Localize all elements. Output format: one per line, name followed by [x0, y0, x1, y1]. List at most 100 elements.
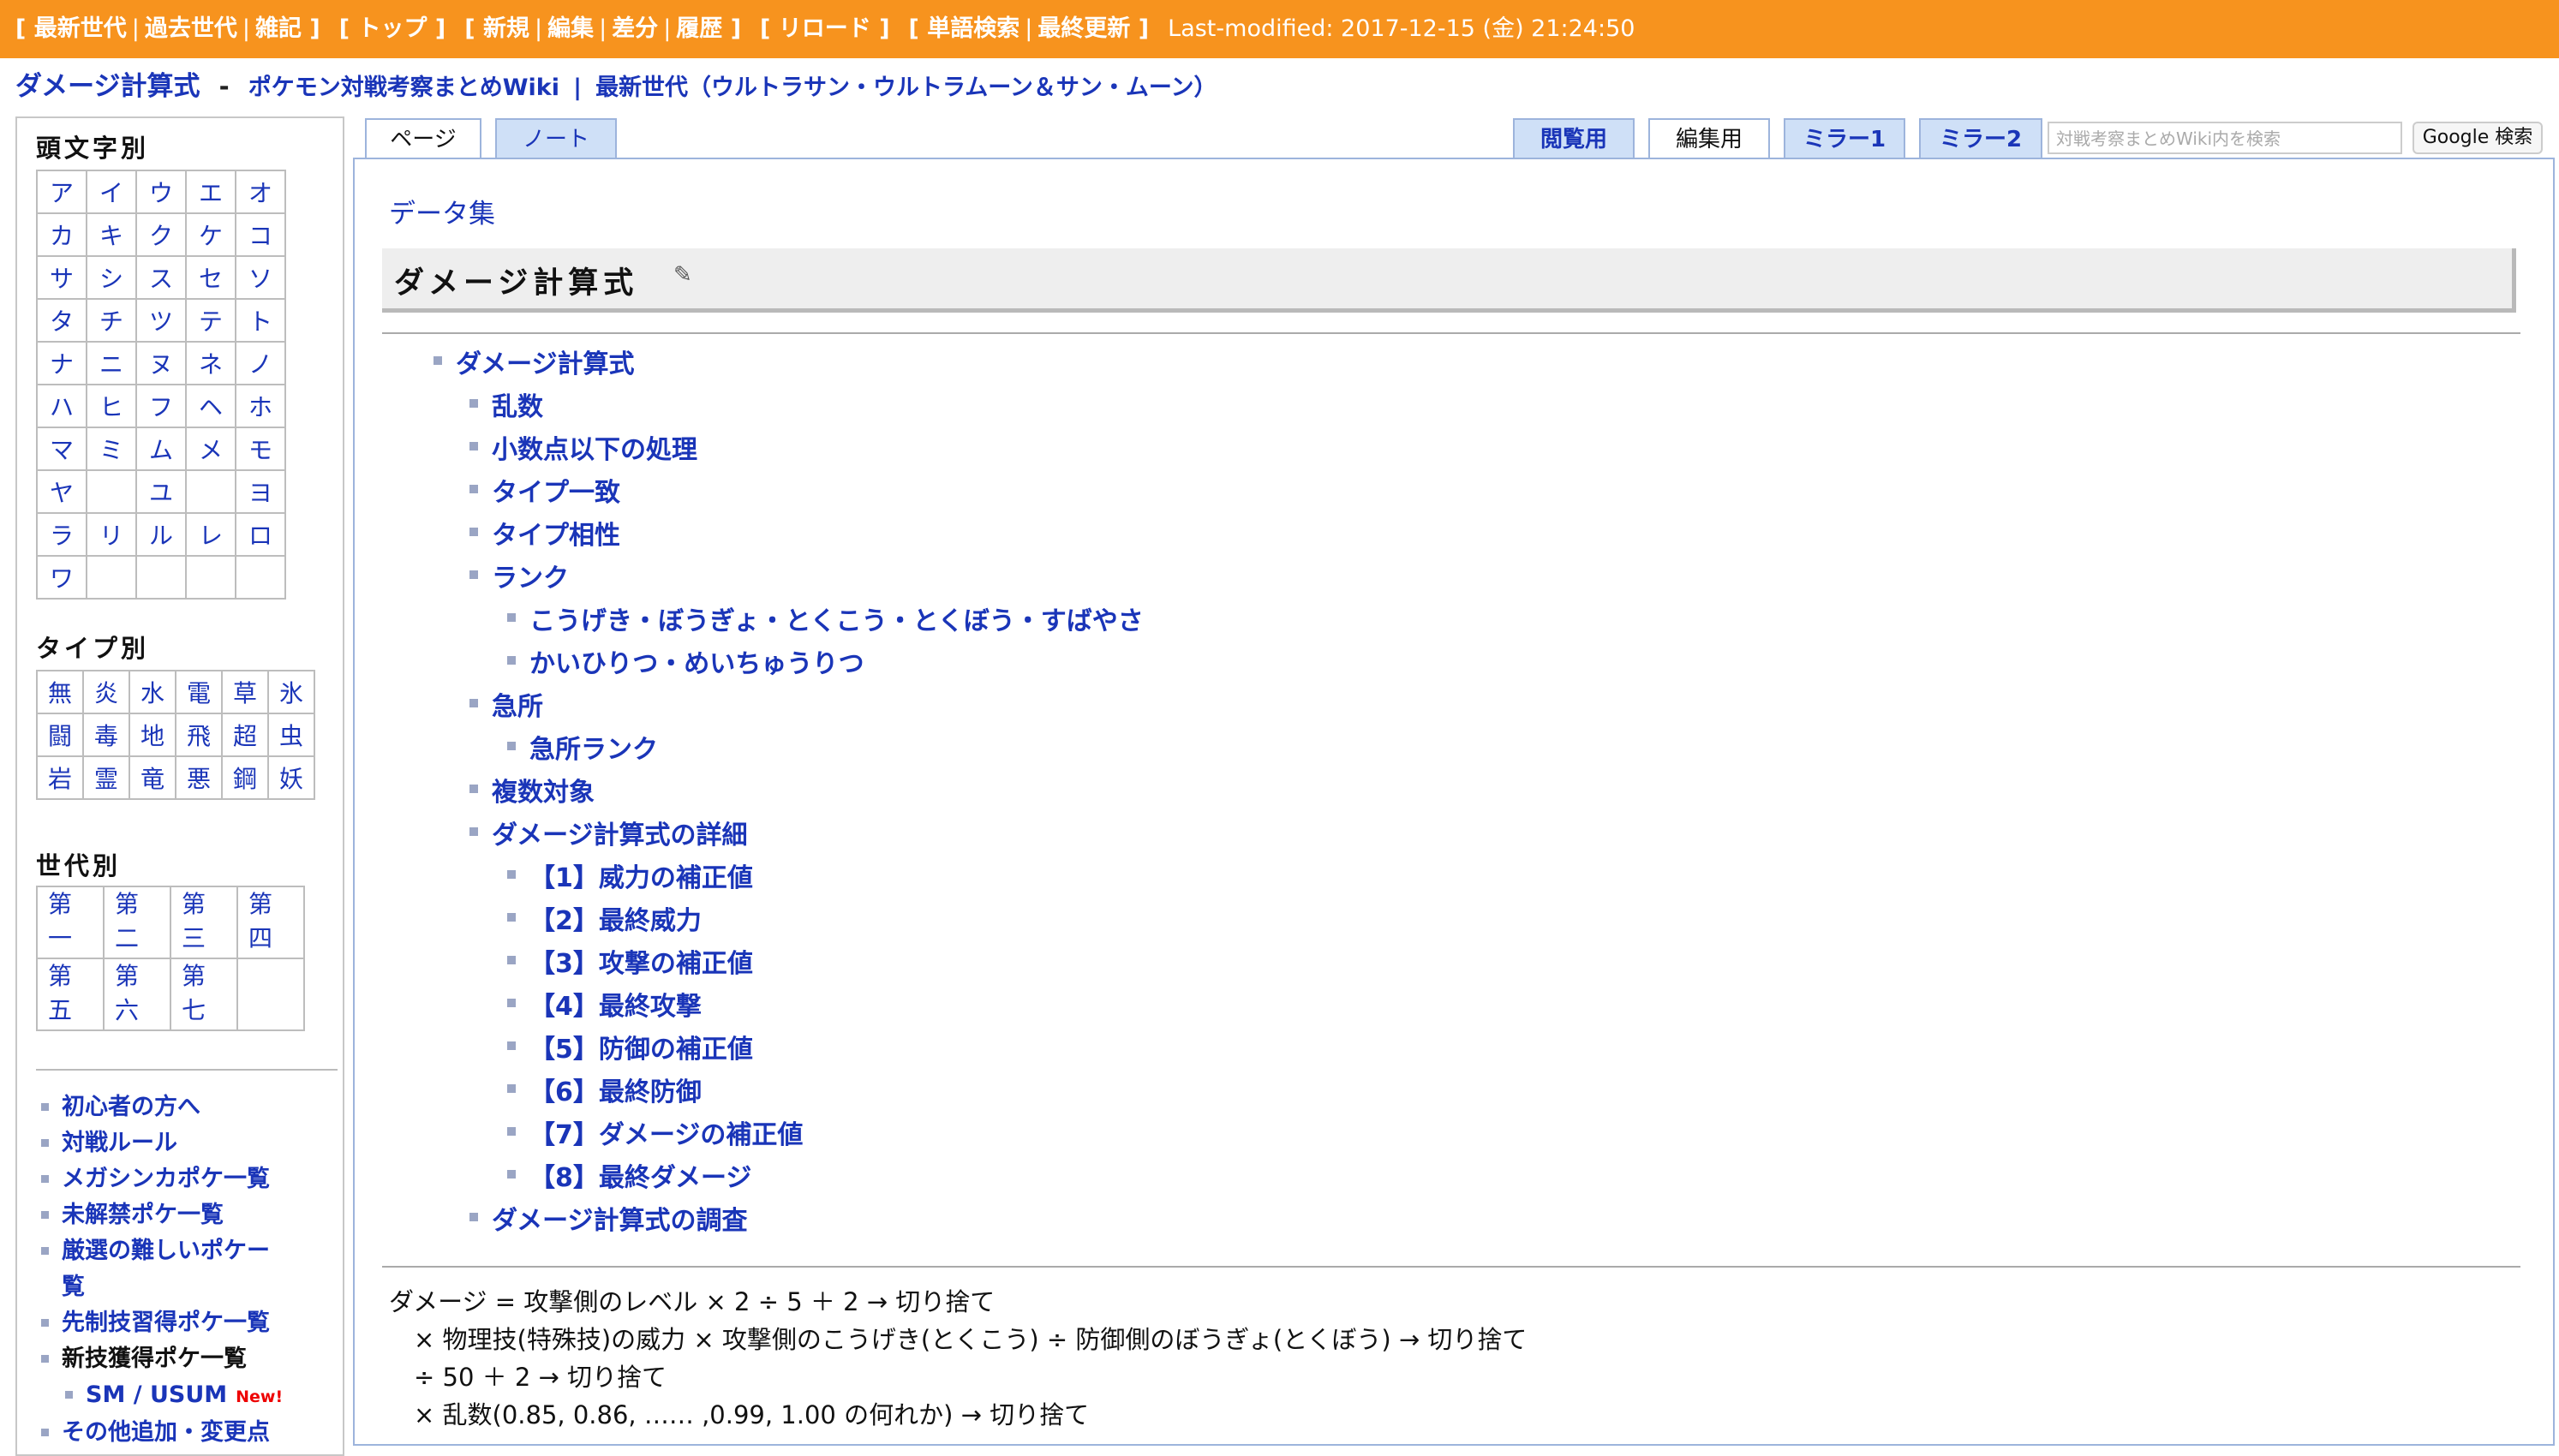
toc-link[interactable]: ダメージ計算式: [433, 343, 635, 380]
toc-link[interactable]: 急所: [469, 685, 543, 723]
type-link[interactable]: 悪: [175, 755, 223, 800]
type-link[interactable]: 草: [221, 670, 269, 714]
generation-link[interactable]: 第七: [170, 958, 238, 1031]
kana-link[interactable]: ト: [235, 298, 286, 343]
kana-link[interactable]: メ: [185, 427, 236, 471]
kana-link[interactable]: ハ: [36, 384, 87, 428]
toc-link[interactable]: 複数対象: [469, 771, 595, 809]
kana-link[interactable]: レ: [185, 512, 236, 557]
toc-link[interactable]: ランク: [469, 557, 569, 594]
kana-link[interactable]: ヨ: [235, 469, 286, 514]
kana-link[interactable]: ノ: [235, 341, 286, 385]
type-link[interactable]: 竜: [129, 755, 176, 800]
kana-link[interactable]: ロ: [235, 512, 286, 557]
type-link[interactable]: 毒: [82, 713, 130, 757]
sidebar-link[interactable]: 未解禁ポケ一覧: [36, 1197, 336, 1233]
toc-link[interactable]: かいひりつ・めいちゅうりつ: [507, 642, 864, 680]
sidebar-link[interactable]: 先制技習得ポケ一覧: [36, 1305, 336, 1341]
kana-link[interactable]: ヒ: [86, 384, 137, 428]
type-link[interactable]: 妖: [267, 755, 315, 800]
generation-link[interactable]: 第四: [236, 886, 305, 959]
wiki-search-input[interactable]: 対戦考察まとめWiki内を検索: [2048, 122, 2402, 154]
page-title[interactable]: ダメージ計算式: [15, 71, 200, 102]
top-menu-link[interactable]: 最終更新: [1037, 15, 1130, 42]
toc-link[interactable]: 【1】威力の補正値: [507, 856, 753, 894]
kana-link[interactable]: テ: [185, 298, 236, 343]
kana-link[interactable]: マ: [36, 427, 87, 471]
tab-note[interactable]: ノート: [495, 118, 617, 158]
generation-link[interactable]: 第六: [103, 958, 171, 1031]
sidebar-link[interactable]: SM / USUM New!: [36, 1377, 336, 1415]
toc-link[interactable]: 【5】防御の補正値: [507, 1028, 753, 1065]
top-menu-link[interactable]: 新規: [483, 15, 529, 42]
section-link[interactable]: 最新世代（ウルトラサン・ウルトラムーン＆サン・ムーン）: [595, 75, 1217, 101]
toc-link[interactable]: タイプ相性: [469, 514, 620, 552]
kana-link[interactable]: ケ: [185, 212, 236, 257]
top-menu-link[interactable]: リロード: [779, 15, 871, 42]
type-link[interactable]: 氷: [267, 670, 315, 714]
type-link[interactable]: 岩: [36, 755, 84, 800]
kana-link[interactable]: ク: [135, 212, 187, 257]
generation-link[interactable]: 第三: [170, 886, 238, 959]
breadcrumb-data-collection[interactable]: データ集: [389, 192, 495, 230]
tab-view-mode[interactable]: 閲覧用: [1513, 118, 1635, 158]
kana-link[interactable]: ユ: [135, 469, 187, 514]
top-menu-link[interactable]: 差分: [612, 15, 658, 42]
kana-link[interactable]: オ: [235, 170, 286, 214]
toc-link[interactable]: 小数点以下の処理: [469, 428, 697, 466]
kana-link[interactable]: キ: [86, 212, 137, 257]
kana-link[interactable]: ネ: [185, 341, 236, 385]
top-menu-link[interactable]: 編集: [547, 15, 594, 42]
sidebar-link[interactable]: 厳選の難しいポケー: [36, 1233, 336, 1269]
site-name-link[interactable]: ポケモン対戦考察まとめWiki: [248, 75, 559, 101]
toc-link[interactable]: こうげき・ぼうぎょ・とくこう・とくぼう・すばやさ: [507, 600, 1144, 637]
kana-link[interactable]: チ: [86, 298, 137, 343]
kana-link[interactable]: サ: [36, 255, 87, 300]
sidebar-link[interactable]: 初心者の方へ: [36, 1089, 336, 1125]
kana-link[interactable]: フ: [135, 384, 187, 428]
type-link[interactable]: 水: [129, 670, 176, 714]
type-link[interactable]: 無: [36, 670, 84, 714]
kana-link[interactable]: イ: [86, 170, 137, 214]
kana-link[interactable]: ツ: [135, 298, 187, 343]
tab-mirror-1[interactable]: ミラー1: [1784, 118, 1905, 158]
type-link[interactable]: 超: [221, 713, 269, 757]
kana-link[interactable]: ア: [36, 170, 87, 214]
top-menu-link[interactable]: 雑記: [255, 15, 302, 42]
toc-link[interactable]: 乱数: [469, 385, 543, 423]
kana-link[interactable]: ニ: [86, 341, 137, 385]
type-link[interactable]: 地: [129, 713, 176, 757]
toc-link[interactable]: 【8】最終ダメージ: [506, 1156, 751, 1194]
generation-link[interactable]: 第二: [103, 886, 171, 959]
kana-link[interactable]: ラ: [36, 512, 87, 557]
kana-link[interactable]: カ: [36, 212, 87, 257]
tab-mirror-2[interactable]: ミラー2: [1919, 118, 2042, 158]
tab-edit-mode[interactable]: 編集用: [1648, 118, 1770, 158]
type-link[interactable]: 鋼: [221, 755, 269, 800]
type-link[interactable]: 電: [175, 670, 223, 714]
type-link[interactable]: 炎: [82, 670, 130, 714]
type-link[interactable]: 虫: [267, 713, 315, 757]
kana-link[interactable]: エ: [185, 170, 236, 214]
type-link[interactable]: 闘: [36, 713, 84, 757]
kana-link[interactable]: ワ: [36, 555, 87, 600]
toc-link[interactable]: 【6】最終防御: [507, 1071, 702, 1108]
toc-link[interactable]: ダメージ計算式の詳細: [469, 814, 748, 851]
kana-link[interactable]: ウ: [135, 170, 187, 214]
toc-link[interactable]: 急所ランク: [507, 728, 658, 766]
kana-link[interactable]: ス: [135, 255, 187, 300]
top-menu-link[interactable]: 単語検索: [927, 15, 1019, 42]
toc-link[interactable]: 【2】最終威力: [507, 899, 702, 937]
kana-link[interactable]: ヌ: [135, 341, 187, 385]
kana-link[interactable]: ム: [135, 427, 187, 471]
top-menu-link[interactable]: 最新世代: [34, 15, 127, 42]
toc-link[interactable]: 【3】攻撃の補正値: [507, 942, 753, 980]
kana-link[interactable]: タ: [36, 298, 87, 343]
toc-link[interactable]: タイプ一致: [469, 471, 620, 509]
generation-link[interactable]: 第五: [36, 958, 105, 1031]
sidebar-link[interactable]: 覧: [36, 1269, 336, 1305]
tab-page[interactable]: ページ: [365, 118, 481, 158]
kana-link[interactable]: ソ: [235, 255, 286, 300]
sidebar-link[interactable]: その他追加・変更点: [36, 1415, 336, 1451]
type-link[interactable]: 霊: [82, 755, 130, 800]
